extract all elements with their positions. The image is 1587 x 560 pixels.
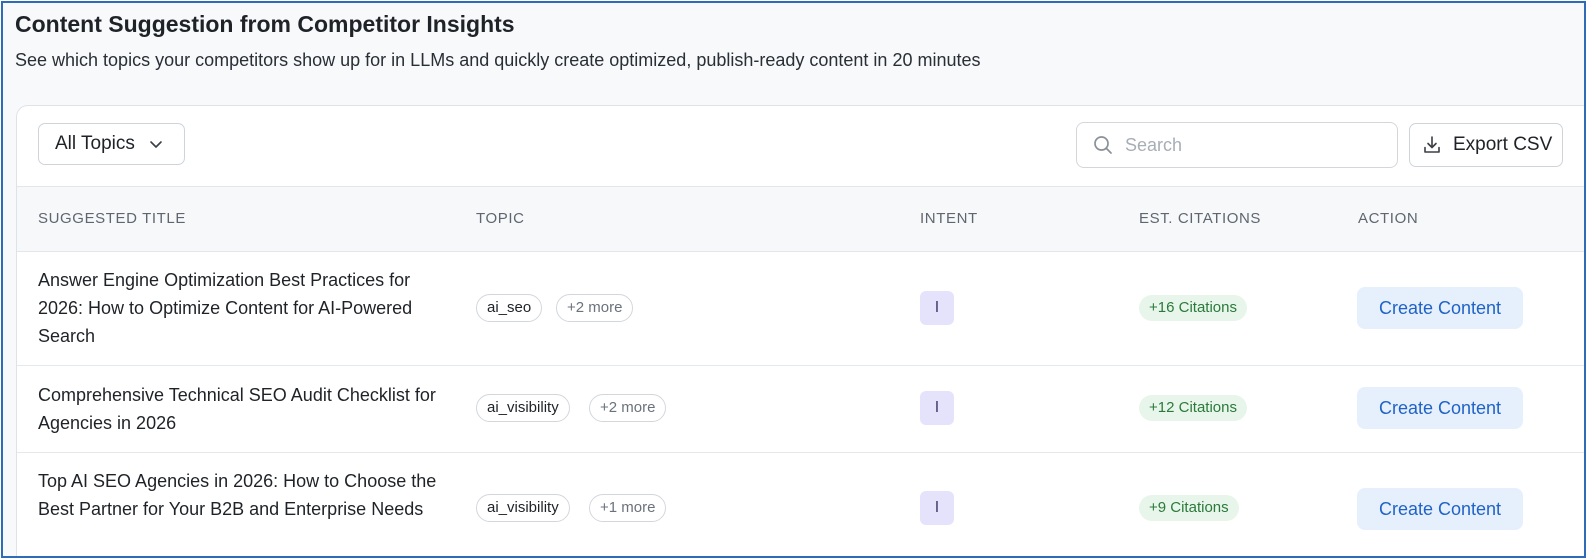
topic-filter-label: All Topics bbox=[55, 133, 135, 154]
page-title: Content Suggestion from Competitor Insig… bbox=[15, 11, 515, 37]
more-topics-chip[interactable]: +2 more bbox=[589, 394, 667, 422]
suggested-title: Top AI SEO Agencies in 2026: How to Choo… bbox=[38, 471, 437, 519]
table-row: Answer Engine Optimization Best Practice… bbox=[17, 252, 1584, 366]
citations-badge: +12 Citations bbox=[1139, 395, 1247, 421]
suggested-title: Answer Engine Optimization Best Practice… bbox=[38, 270, 413, 346]
search-box[interactable] bbox=[1076, 122, 1398, 168]
column-header-topic: TOPIC bbox=[476, 210, 525, 227]
suggestions-card: All Topics Export CSV SUGGESTED TITLE bbox=[16, 105, 1584, 556]
table-row: Top AI SEO Agencies in 2026: How to Choo… bbox=[17, 453, 1584, 556]
chevron-down-icon bbox=[149, 137, 163, 151]
create-content-button[interactable]: Create Content bbox=[1357, 387, 1523, 429]
app-frame: Content Suggestion from Competitor Insig… bbox=[1, 1, 1586, 558]
more-topics-chip[interactable]: +2 more bbox=[556, 294, 634, 322]
download-icon bbox=[1422, 135, 1442, 155]
column-header-action: ACTION bbox=[1358, 210, 1419, 227]
search-input[interactable] bbox=[1123, 133, 1377, 157]
create-content-button[interactable]: Create Content bbox=[1357, 488, 1523, 530]
table-header: SUGGESTED TITLE TOPIC INTENT EST. CITATI… bbox=[17, 187, 1584, 252]
export-csv-label: Export CSV bbox=[1453, 134, 1553, 155]
table-row: Comprehensive Technical SEO Audit Checkl… bbox=[17, 366, 1584, 453]
topic-filter-dropdown[interactable]: All Topics bbox=[38, 123, 185, 165]
column-header-intent: INTENT bbox=[920, 210, 978, 227]
column-header-title: SUGGESTED TITLE bbox=[38, 210, 186, 227]
citations-badge: +16 Citations bbox=[1139, 295, 1247, 321]
page-subtitle: See which topics your competitors show u… bbox=[15, 50, 981, 70]
more-topics-chip[interactable]: +1 more bbox=[589, 494, 667, 522]
create-content-button[interactable]: Create Content bbox=[1357, 287, 1523, 329]
toolbar: All Topics Export CSV bbox=[17, 106, 1584, 187]
topic-chip: ai_seo bbox=[476, 294, 543, 322]
suggested-title: Comprehensive Technical SEO Audit Checkl… bbox=[38, 385, 436, 433]
intent-badge: I bbox=[920, 391, 954, 425]
citations-badge: +9 Citations bbox=[1139, 495, 1239, 521]
intent-badge: I bbox=[920, 291, 954, 325]
search-icon bbox=[1093, 135, 1113, 155]
intent-badge: I bbox=[920, 491, 954, 525]
topic-chip: ai_visibility bbox=[476, 494, 570, 522]
column-header-citations: EST. CITATIONS bbox=[1139, 210, 1262, 227]
export-csv-button[interactable]: Export CSV bbox=[1409, 123, 1563, 167]
topic-chip: ai_visibility bbox=[476, 394, 570, 422]
